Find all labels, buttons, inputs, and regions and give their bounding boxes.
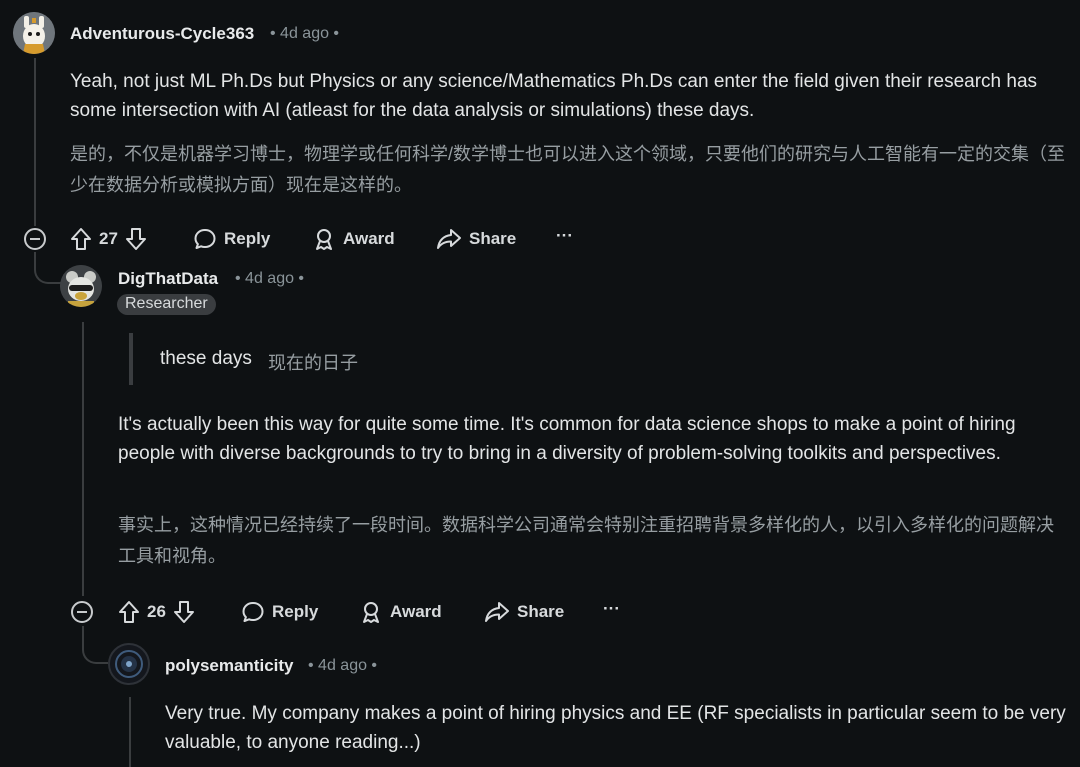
thread-connector-reply-2 (82, 626, 108, 664)
comment-body: Very true. My company makes a point of h… (165, 703, 1066, 753)
comment-body: Yeah, not just ML Ph.Ds but Physics or a… (70, 71, 1038, 121)
arrow-down-icon[interactable] (125, 227, 147, 251)
user-flair-badge: Researcher (117, 294, 216, 315)
speech-bubble-icon (193, 227, 217, 251)
blockquote-bar (129, 333, 133, 385)
award-ribbon-icon (312, 227, 336, 251)
vote-group: 26 (118, 600, 195, 624)
blockquote-translation: 现在的日子 (268, 353, 358, 373)
share-label: Share (517, 602, 565, 621)
award-ribbon-icon (359, 600, 383, 624)
comment-translation: 事实上，这种情况已经持续了一段时间。数据科学公司通常会特别注重招聘背景多样化的人… (118, 515, 1054, 566)
award-button[interactable]: Award (359, 600, 442, 624)
thread-line-root[interactable] (34, 58, 36, 226)
share-button[interactable]: Share (484, 600, 564, 624)
arrow-down-icon[interactable] (173, 600, 195, 624)
comment-translation: 是的，不仅是机器学习博士，物理学或任何科学/数学博士也可以进入这个领域，只要他们… (70, 144, 1065, 195)
vote-count: 27 (99, 229, 118, 248)
award-button[interactable]: Award (312, 227, 395, 251)
reply-label: Reply (224, 229, 271, 248)
avatar[interactable] (60, 265, 102, 307)
thread-connector-reply-1 (34, 252, 62, 284)
arrow-up-icon[interactable] (70, 227, 92, 251)
collapse-button[interactable] (24, 228, 46, 250)
share-label: Share (469, 229, 517, 248)
more-dots-icon: ··· (556, 226, 573, 245)
vote-count: 26 (147, 602, 166, 621)
more-options-button[interactable]: ··· (556, 226, 573, 246)
share-arrow-icon (484, 600, 510, 624)
timestamp[interactable]: • 4d ago • (235, 270, 304, 288)
author-name[interactable]: polysemanticity (165, 656, 294, 676)
share-arrow-icon (436, 227, 462, 251)
award-label: Award (390, 602, 442, 621)
avatar[interactable] (13, 12, 55, 54)
comment-body: It's actually been this way for quite so… (118, 414, 1016, 464)
author-name[interactable]: Adventurous-Cycle363 (70, 24, 254, 44)
award-label: Award (343, 229, 395, 248)
timestamp[interactable]: • 4d ago • (308, 657, 377, 675)
collapse-button[interactable] (71, 601, 93, 623)
blockquote-text: these days (160, 348, 252, 369)
vote-group: 27 (70, 227, 147, 251)
thread-line-reply-2[interactable] (129, 697, 131, 767)
reply-button[interactable]: Reply (241, 600, 318, 624)
more-dots-icon: ··· (603, 599, 620, 618)
comment-thread: Adventurous-Cycle363 • 4d ago • Yeah, no… (0, 0, 1080, 767)
author-name[interactable]: DigThatData (118, 269, 218, 289)
timestamp[interactable]: • 4d ago • (270, 25, 339, 43)
more-options-button[interactable]: ··· (603, 599, 620, 619)
arrow-up-icon[interactable] (118, 600, 140, 624)
avatar[interactable] (108, 643, 150, 685)
speech-bubble-icon (241, 600, 265, 624)
reply-label: Reply (272, 602, 319, 621)
share-button[interactable]: Share (436, 227, 516, 251)
thread-line-reply-1[interactable] (82, 322, 84, 596)
reply-button[interactable]: Reply (193, 227, 270, 251)
